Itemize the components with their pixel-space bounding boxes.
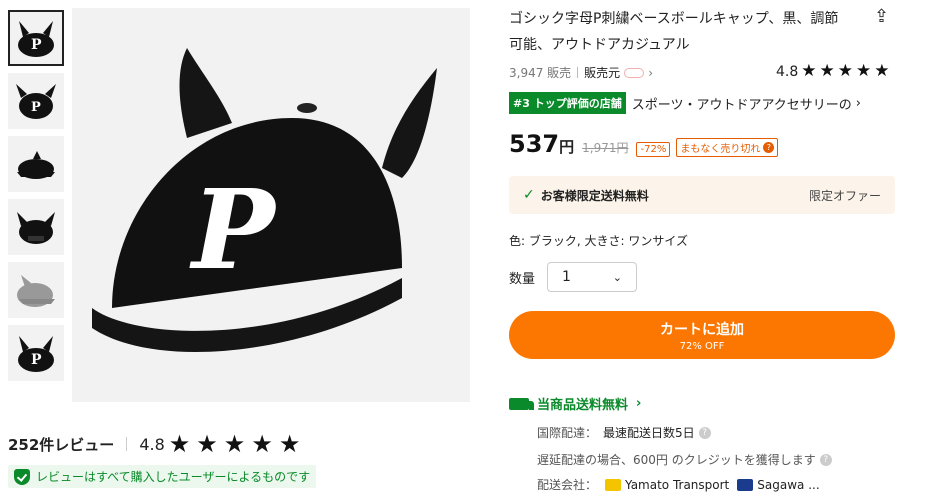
quantity-row: 数量 1 ⌄ [509,262,637,292]
carrier-sagawa: Sagawa ... [757,477,820,492]
sold-count: 3,947 販売 [509,66,572,80]
info-icon[interactable]: ? [698,426,711,439]
carrier-yamato: Yamato Transport [625,477,730,492]
chevron-down-icon: ⌄ [612,270,622,284]
star-icon: ★ [874,61,890,81]
chevron-right-icon[interactable]: › [648,66,653,80]
svg-text:P: P [31,37,42,53]
seller-label[interactable]: 販売元 [584,64,620,81]
thumbnail-list: P P P [8,10,64,388]
divider [577,67,579,78]
cart-button-label: カートに追加 [660,321,744,338]
chevron-right-icon: › [636,396,642,411]
thumbnail-3[interactable] [8,136,64,192]
shipping-heading-text: 当商品送料無料 [537,398,629,413]
shield-icon [14,468,30,485]
sales-info: 3,947 販売 販売元 › [509,64,653,81]
star-icon: ★ [801,61,817,81]
reviews-summary[interactable]: 252件レビュー 4.8 ★ ★ ★ ★ ★ [8,432,300,456]
intl-value: 最速配送日数5日 [603,426,695,440]
truck-icon [509,397,534,410]
quantity-value: 1 [562,269,571,285]
divider [126,437,128,451]
info-icon[interactable]: ? [819,453,832,466]
yamato-logo [605,478,622,491]
svg-text:P: P [31,100,41,115]
offer-tag: 限定オファー [808,188,881,203]
add-to-cart-button[interactable]: カートに追加 72% OFF [509,311,895,359]
chevron-right-icon: › [855,95,861,111]
carrier-label: 配送会社： [537,478,598,492]
variant-info: 色: ブラック, 大きさ: ワンサイズ [509,234,688,248]
intl-label: 国際配達： [537,426,598,440]
intl-shipping: 国際配達： 最速配送日数5日 ? [537,424,711,441]
star-icon: ★ [856,61,872,81]
share-icon[interactable]: ⇪ [874,6,889,27]
star-icon: ★ [819,61,835,81]
quantity-label: 数量 [509,271,536,287]
rank-category: スポーツ・アウトドアアクセサリーの [631,97,852,113]
free-shipping-offer: ✓ お客様限定送料無料 限定オファー [509,176,895,214]
star-icon: ★ [837,61,854,81]
quantity-select[interactable]: 1 ⌄ [547,262,637,292]
thumbnail-6[interactable]: P [8,325,64,381]
price-row: 537 円 1,971円 -72% まもなく売り切れ ? [509,130,779,158]
product-rating[interactable]: 4.8 ★ ★ ★ ★ ★ [776,63,890,80]
delay-credit: 遅延配達の場合、600円 のクレジットを獲得します ? [537,451,832,468]
svg-text:P: P [31,352,42,368]
offer-label: お客様限定送料無料 [540,188,649,203]
sold-out-soon-badge[interactable]: まもなく売り切れ ? [676,138,779,157]
currency: 円 [559,138,575,156]
rating-score: 4.8 [776,63,799,80]
thumbnail-1[interactable]: P [8,10,64,66]
rank-badge: #3 トップ評価の店舗 [509,92,626,114]
store-rank[interactable]: #3 トップ評価の店舗 スポーツ・アウトドアアクセサリーの › [509,92,861,114]
discount-badge: -72% [636,142,671,157]
cart-button-sub: 72% OFF [679,340,725,352]
sagawa-logo [737,478,754,491]
original-price: 1,971円 [582,141,629,155]
thumbnail-2[interactable]: P [8,73,64,129]
star-half-icon: ★ [278,430,301,458]
question-icon[interactable]: ? [763,142,775,153]
current-price: 537 [509,130,560,158]
carriers: 配送会社： Yamato Transport Sagawa ... [537,476,820,493]
star-icon: ★ [196,430,218,458]
thumbnail-5[interactable] [8,262,64,318]
verified-text: レビューはすべて購入したユーザーによるものです [36,470,311,484]
sold-out-soon-text: まもなく売り切れ [680,144,761,155]
star-icon: ★ [251,430,273,458]
main-product-image[interactable]: P [72,8,470,402]
seller-logo[interactable] [624,67,645,78]
product-title: ゴシック字母P刺繍ベースボールキャップ、黒、調節可能、アウトドアカジュアル [509,11,839,53]
review-score: 4.8 [139,434,165,454]
verified-reviews-badge: レビューはすべて購入したユーザーによるものです [8,465,317,488]
review-count[interactable]: 252件レビュー [8,434,114,455]
star-icon: ★ [223,430,246,458]
svg-text:P: P [189,165,278,294]
review-stars: ★ ★ ★ ★ ★ [169,432,301,456]
delay-text: 遅延配達の場合、600円 のクレジットを獲得します [537,453,816,467]
thumbnail-4[interactable] [8,199,64,255]
shipping-heading[interactable]: 当商品送料無料 › [509,394,641,413]
star-icon: ★ [168,430,191,458]
check-icon: ✓ [523,187,535,203]
